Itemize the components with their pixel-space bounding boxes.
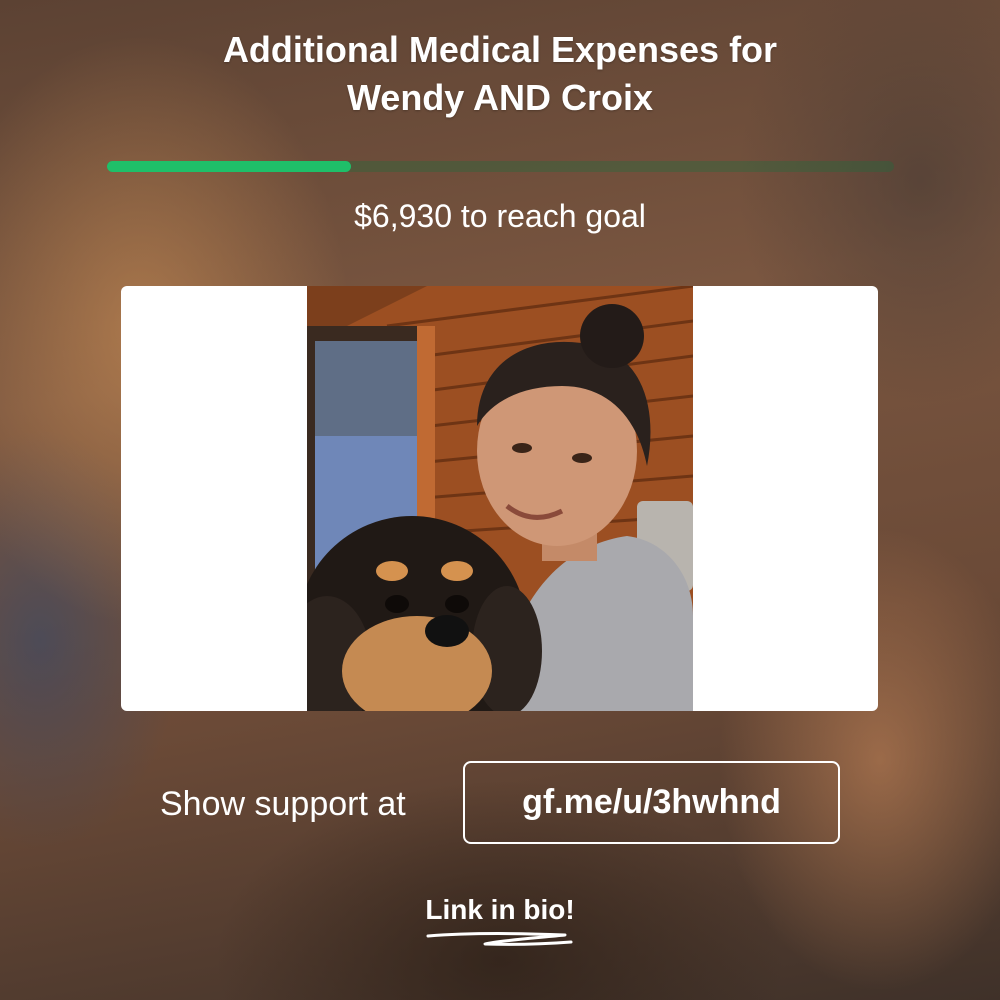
progress-bar — [107, 161, 894, 172]
photo-illustration — [307, 286, 693, 711]
donation-link-text: gf.me/u/3hwhnd — [522, 783, 781, 821]
link-in-bio-text: Link in bio! — [425, 894, 575, 925]
donation-link-button[interactable]: gf.me/u/3hwhnd — [463, 761, 840, 844]
campaign-photo-frame — [121, 286, 878, 711]
campaign-title-line-2: Wendy AND Croix — [346, 77, 654, 118]
squiggle-underline-icon — [426, 932, 573, 946]
campaign-title-line-1: Additional Medical Expenses for — [222, 29, 778, 70]
fundraiser-card: Additional Medical Expenses for Wendy AN… — [0, 0, 1000, 1000]
show-support-label: Show support at — [160, 785, 406, 823]
progress-fill — [107, 161, 351, 172]
campaign-title: Additional Medical Expenses for Wendy AN… — [0, 26, 1000, 122]
goal-remaining-text: $6,930 to reach goal — [354, 198, 646, 234]
campaign-photo — [307, 286, 693, 711]
